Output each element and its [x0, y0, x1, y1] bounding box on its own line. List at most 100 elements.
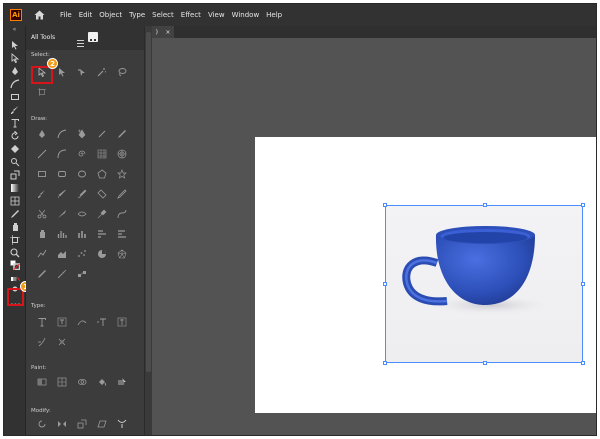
vertical-type-on-path-tool[interactable]: [33, 334, 51, 350]
pencil-alt-tool[interactable]: [113, 186, 131, 202]
line-segment-tool[interactable]: [33, 146, 51, 162]
gradient-paint-tool[interactable]: [33, 374, 51, 390]
resize-handle-top-left[interactable]: [383, 203, 387, 207]
panel-scroll-thumb[interactable]: [146, 32, 151, 372]
menu-window[interactable]: Window: [232, 11, 260, 19]
rectangular-grid-tool[interactable]: [93, 146, 111, 162]
menu-view[interactable]: View: [208, 11, 225, 19]
shear-tool[interactable]: [93, 416, 111, 432]
mesh-tool-icon[interactable]: [10, 196, 20, 206]
join-tool[interactable]: [73, 206, 91, 222]
curvature-tool[interactable]: [53, 126, 71, 142]
bar-graph-tool[interactable]: [93, 226, 111, 242]
collapse-toolbar-button[interactable]: «: [4, 26, 25, 33]
artboard[interactable]: [255, 137, 596, 413]
symbol-sprayer-tool[interactable]: [33, 226, 51, 242]
pen-tool[interactable]: [33, 126, 51, 142]
magic-wand-tool[interactable]: [93, 64, 111, 80]
document-tab[interactable]: ) ×: [152, 26, 174, 38]
selection-tool-icon[interactable]: [10, 40, 20, 50]
paintbrush-tool-icon[interactable]: [10, 105, 20, 115]
mesh-paint-tool[interactable]: [53, 374, 71, 390]
blob-brush-tool[interactable]: [33, 186, 51, 202]
radar-graph-tool[interactable]: [113, 246, 131, 262]
stacked-bar-graph-tool[interactable]: [113, 226, 131, 242]
type-tool-icon[interactable]: [10, 118, 20, 128]
shape-builder-tool-icon[interactable]: [10, 157, 20, 167]
resize-handle-bottom[interactable]: [483, 361, 487, 365]
curvature-tool-icon[interactable]: [10, 79, 20, 89]
grid-view-icon[interactable]: [88, 32, 98, 45]
shaper-tool[interactable]: [113, 206, 131, 222]
knife-tool[interactable]: [53, 206, 71, 222]
eyedropper-tool-icon[interactable]: [10, 209, 20, 219]
fill-stroke-swap-icon[interactable]: [10, 260, 20, 270]
anchor-point-tool[interactable]: [93, 126, 111, 142]
menu-object[interactable]: Object: [99, 11, 122, 19]
arc-tool[interactable]: [53, 146, 71, 162]
resize-handle-right[interactable]: [581, 282, 585, 286]
list-view-icon[interactable]: [76, 33, 85, 47]
polar-grid-tool[interactable]: [113, 146, 131, 162]
area-graph-tool[interactable]: [53, 246, 71, 262]
resize-handle-bottom-left[interactable]: [383, 361, 387, 365]
pie-graph-tool[interactable]: [93, 246, 111, 262]
menu-select[interactable]: Select: [152, 11, 174, 19]
pen-tool-icon[interactable]: [10, 66, 20, 76]
column-graph-tool[interactable]: [53, 226, 71, 242]
artboard-tool-icon[interactable]: [10, 235, 20, 245]
home-icon[interactable]: [32, 8, 46, 22]
line-graph-tool[interactable]: [33, 246, 51, 262]
touch-type-tool[interactable]: [53, 334, 71, 350]
group-selection-tool[interactable]: [73, 64, 91, 80]
vertical-area-type-tool[interactable]: [113, 314, 131, 330]
scatter-graph-tool[interactable]: [73, 246, 91, 262]
pencil-tool[interactable]: [113, 126, 131, 142]
ellipse-tool[interactable]: [73, 166, 91, 182]
smooth-tool[interactable]: [73, 186, 91, 202]
menu-effect[interactable]: Effect: [181, 11, 201, 19]
polygon-tool[interactable]: [93, 166, 111, 182]
measure-tool[interactable]: [53, 266, 71, 282]
menu-help[interactable]: Help: [266, 11, 282, 19]
selection-bounding-box[interactable]: [383, 203, 585, 365]
live-paint-selection-tool[interactable]: [113, 374, 131, 390]
scissors-tool[interactable]: [33, 206, 51, 222]
spiral-tool[interactable]: [73, 146, 91, 162]
rectangle-tool[interactable]: [33, 166, 51, 182]
add-anchor-tool[interactable]: [73, 126, 91, 142]
live-paint-bucket-tool[interactable]: [93, 374, 111, 390]
resize-handle-top-right[interactable]: [581, 203, 585, 207]
color-mode-icon[interactable]: [10, 274, 20, 284]
rounded-rectangle-tool[interactable]: [53, 166, 71, 182]
eraser-tool[interactable]: [93, 186, 111, 202]
rotate-modify-tool[interactable]: [33, 416, 51, 432]
type-on-path-tool[interactable]: [73, 314, 91, 330]
tab-close-icon[interactable]: ×: [165, 29, 170, 36]
direct-selection-tool-icon[interactable]: [10, 53, 20, 63]
area-type-tool[interactable]: [53, 314, 71, 330]
scale-tool-icon[interactable]: [10, 170, 20, 180]
artboard-select-tool[interactable]: [33, 84, 51, 100]
shape-builder-paint-tool[interactable]: [73, 374, 91, 390]
menu-edit[interactable]: Edit: [79, 11, 93, 19]
paintbrush-tool[interactable]: [53, 186, 71, 202]
eraser-tool-icon[interactable]: [10, 144, 20, 154]
resize-handle-bottom-right[interactable]: [581, 361, 585, 365]
star-tool[interactable]: [113, 166, 131, 182]
type-tool[interactable]: [33, 314, 51, 330]
scale-modify-tool[interactable]: [73, 416, 91, 432]
resize-handle-left[interactable]: [383, 282, 387, 286]
rotate-tool-icon[interactable]: [10, 131, 20, 141]
menu-type[interactable]: Type: [129, 11, 145, 19]
eyedropper-tool[interactable]: [33, 266, 51, 282]
zoom-tool-icon[interactable]: [10, 248, 20, 258]
resize-handle-top[interactable]: [483, 203, 487, 207]
panel-scrollbar[interactable]: [144, 26, 152, 435]
gradient-tool-icon[interactable]: [10, 183, 20, 193]
path-eraser-tool[interactable]: [93, 206, 111, 222]
rectangle-tool-icon[interactable]: [10, 92, 20, 102]
width-tool[interactable]: [113, 416, 131, 432]
stacked-column-graph-tool[interactable]: [73, 226, 91, 242]
symbol-sprayer-tool-icon[interactable]: [10, 222, 20, 232]
